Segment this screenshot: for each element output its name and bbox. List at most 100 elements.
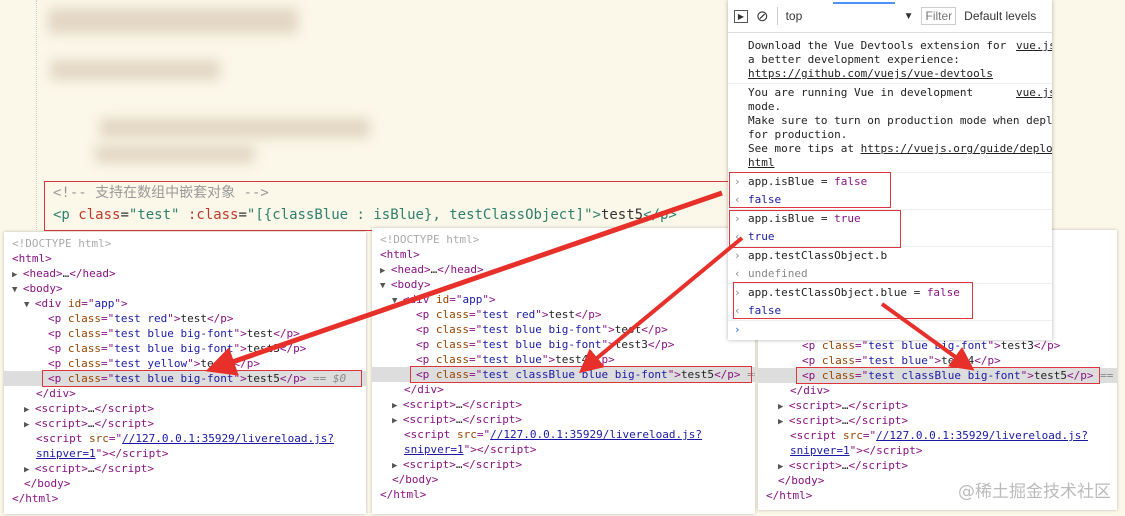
expand-toggle-icon[interactable]: ▶ (392, 416, 403, 426)
console-prompt[interactable]: › (728, 321, 1052, 339)
dom-token: test (180, 312, 207, 325)
source-link[interactable]: vue.js (1016, 39, 1052, 53)
dom-token: class (435, 308, 469, 321)
sidebar-toggle-icon[interactable]: ▶ (734, 9, 748, 23)
dom-node[interactable]: <!DOCTYPE html> (4, 236, 366, 251)
dom-token: </script> (462, 398, 523, 411)
expand-toggle-icon[interactable]: ▶ (778, 417, 789, 427)
expand-toggle-icon[interactable]: ▶ (24, 405, 35, 415)
dom-node[interactable]: ▶ <script>…</script> (4, 416, 366, 431)
dom-node[interactable]: </div> (372, 382, 755, 397)
dom-node[interactable]: ▼ <div id="app"> (4, 296, 366, 311)
chevron-down-icon[interactable]: ▼ (904, 11, 914, 22)
dom-node[interactable]: ▼ <body> (372, 277, 755, 292)
dom-node[interactable]: ▶ <script>…</script> (4, 461, 366, 476)
expand-toggle-icon[interactable]: ▼ (12, 285, 23, 295)
levels-select[interactable]: Default levels (964, 9, 1036, 23)
dom-token: </html> (766, 489, 813, 502)
elements-panel-isblue-true: <!DOCTYPE html> <html> ▶ <head>…</head> ▼ <… (372, 228, 755, 514)
dom-token: <body> (22, 282, 63, 295)
dom-node[interactable]: ▼ <body> (4, 281, 366, 296)
dom-token: =" (108, 432, 123, 445)
dom-token: class (821, 339, 855, 352)
dom-node[interactable]: <p class="test blue">test4</p> (758, 353, 1117, 368)
expand-toggle-icon[interactable]: ▶ (12, 270, 23, 280)
dom-node[interactable]: <script src="//127.0.0.1:35929/livereloa… (372, 427, 755, 442)
dom-node[interactable]: <!DOCTYPE html> (372, 232, 755, 247)
expand-toggle-icon[interactable]: ▶ (392, 401, 403, 411)
dom-node[interactable]: </body> (372, 472, 755, 487)
dom-node[interactable]: snipver=1"></script> (372, 442, 755, 457)
dom-node[interactable]: <p class="test blue big-font">test3</p> (758, 338, 1117, 353)
dom-node[interactable]: <p class="test yellow">test4</p> (4, 356, 366, 371)
dom-node[interactable]: </body> (4, 476, 366, 491)
dom-node[interactable]: <p class="test blue big-font">test3</p> (372, 337, 755, 352)
dom-node[interactable]: <script src="//127.0.0.1:35929/livereloa… (4, 431, 366, 446)
dom-node[interactable]: <p class="test red">test</p> (4, 311, 366, 326)
expand-toggle-icon[interactable]: ▼ (24, 300, 35, 310)
expand-toggle-icon[interactable]: ▶ (24, 465, 35, 475)
dom-node[interactable]: snipver=1"></script> (758, 443, 1117, 458)
dom-token: "> (233, 327, 247, 340)
dom-token: </p> (279, 342, 307, 355)
dom-node[interactable]: ▶ <script>…</script> (758, 398, 1117, 413)
clear-console-icon[interactable]: ⊘ (756, 7, 769, 25)
dom-token: </script> (94, 417, 155, 430)
dom-node[interactable]: ▶ <script>…</script> (758, 413, 1117, 428)
dom-node[interactable]: ▶ <script>…</script> (372, 457, 755, 472)
dom-token: class (435, 323, 469, 336)
dom-token: <script> (402, 458, 456, 471)
selected-dom-node[interactable]: <p class="test blue big-font">test5</p> … (4, 370, 366, 387)
message-link[interactable]: https://github.com/vuejs/vue-devtools (748, 67, 993, 80)
dom-node[interactable]: <p class="test red">test</p> (372, 307, 755, 322)
script-link[interactable]: //127.0.0.1:35929/livereload.js? (122, 432, 334, 445)
dom-node[interactable]: ▶ <script>…</script> (372, 412, 755, 427)
dom-token: </p> (588, 353, 615, 366)
dom-token: </head> (69, 267, 116, 280)
dom-node[interactable]: </div> (758, 383, 1117, 398)
dom-node[interactable]: <p class="test blue big-font">test</p> (372, 322, 755, 337)
dom-token: <html> (380, 248, 420, 261)
dom-node[interactable]: <script src="//127.0.0.1:35929/livereloa… (758, 428, 1117, 443)
dom-node[interactable]: ▶ <head>…</head> (4, 266, 366, 281)
expand-toggle-icon[interactable]: ▼ (392, 296, 403, 306)
expand-toggle-icon[interactable]: ▶ (778, 462, 789, 472)
dom-node[interactable]: snipver=1"></script> (4, 446, 366, 461)
highlight-box (729, 172, 891, 208)
dom-node[interactable]: </div> (4, 386, 366, 401)
dom-node[interactable]: </html> (4, 491, 366, 506)
expand-toggle-icon[interactable]: ▶ (392, 461, 403, 471)
script-link[interactable]: snipver=1 (790, 444, 850, 457)
filter-input[interactable]: Filter (921, 7, 957, 25)
source-link[interactable]: vue.js (1016, 86, 1052, 100)
dom-node[interactable]: <p class="test blue big-font">test</p> (4, 326, 366, 341)
dom-node[interactable]: ▶ <head>…</head> (372, 262, 755, 277)
expand-toggle-icon[interactable]: ▶ (24, 420, 35, 430)
dom-node[interactable]: ▶ <script>…</script> (372, 397, 755, 412)
dom-token: </script> (94, 462, 155, 475)
dom-node[interactable]: ▼ <div id="app"> (372, 292, 755, 307)
expand-toggle-icon[interactable]: ▶ (778, 402, 789, 412)
dom-node[interactable]: <html> (4, 251, 366, 266)
dom-token: "></script> (849, 444, 923, 457)
dom-token: </html> (380, 488, 427, 501)
dom-token: class (67, 327, 101, 340)
dom-token: test blue (868, 354, 928, 367)
dom-node[interactable]: <html> (372, 247, 755, 262)
expand-toggle-icon[interactable]: ▼ (380, 281, 391, 291)
dom-node[interactable]: ▶ <script>…</script> (758, 458, 1117, 473)
script-link[interactable]: //127.0.0.1:35929/livereload.js? (490, 428, 702, 441)
context-select[interactable]: top (786, 9, 896, 23)
dom-node[interactable]: <p class="test blue">test4</p> (372, 352, 755, 367)
script-link[interactable]: snipver=1 (36, 447, 96, 460)
script-link[interactable]: //127.0.0.1:35929/livereload.js? (876, 429, 1088, 442)
expand-toggle-icon[interactable]: ▶ (380, 266, 391, 276)
dom-node[interactable]: </html> (372, 487, 755, 502)
dom-node[interactable]: ▶ <script>…</script> (4, 401, 366, 416)
selected-dom-node[interactable]: <p class="test classBlue blue big-font">… (372, 366, 755, 383)
dom-node[interactable]: <p class="test blue big-font">test3</p> (4, 341, 366, 356)
highlight-box (733, 282, 973, 319)
script-link[interactable]: snipver=1 (404, 443, 464, 456)
selected-dom-node[interactable]: <p class="test classBlue big-font">test5… (758, 367, 1117, 384)
dom-token: =" (101, 327, 115, 340)
